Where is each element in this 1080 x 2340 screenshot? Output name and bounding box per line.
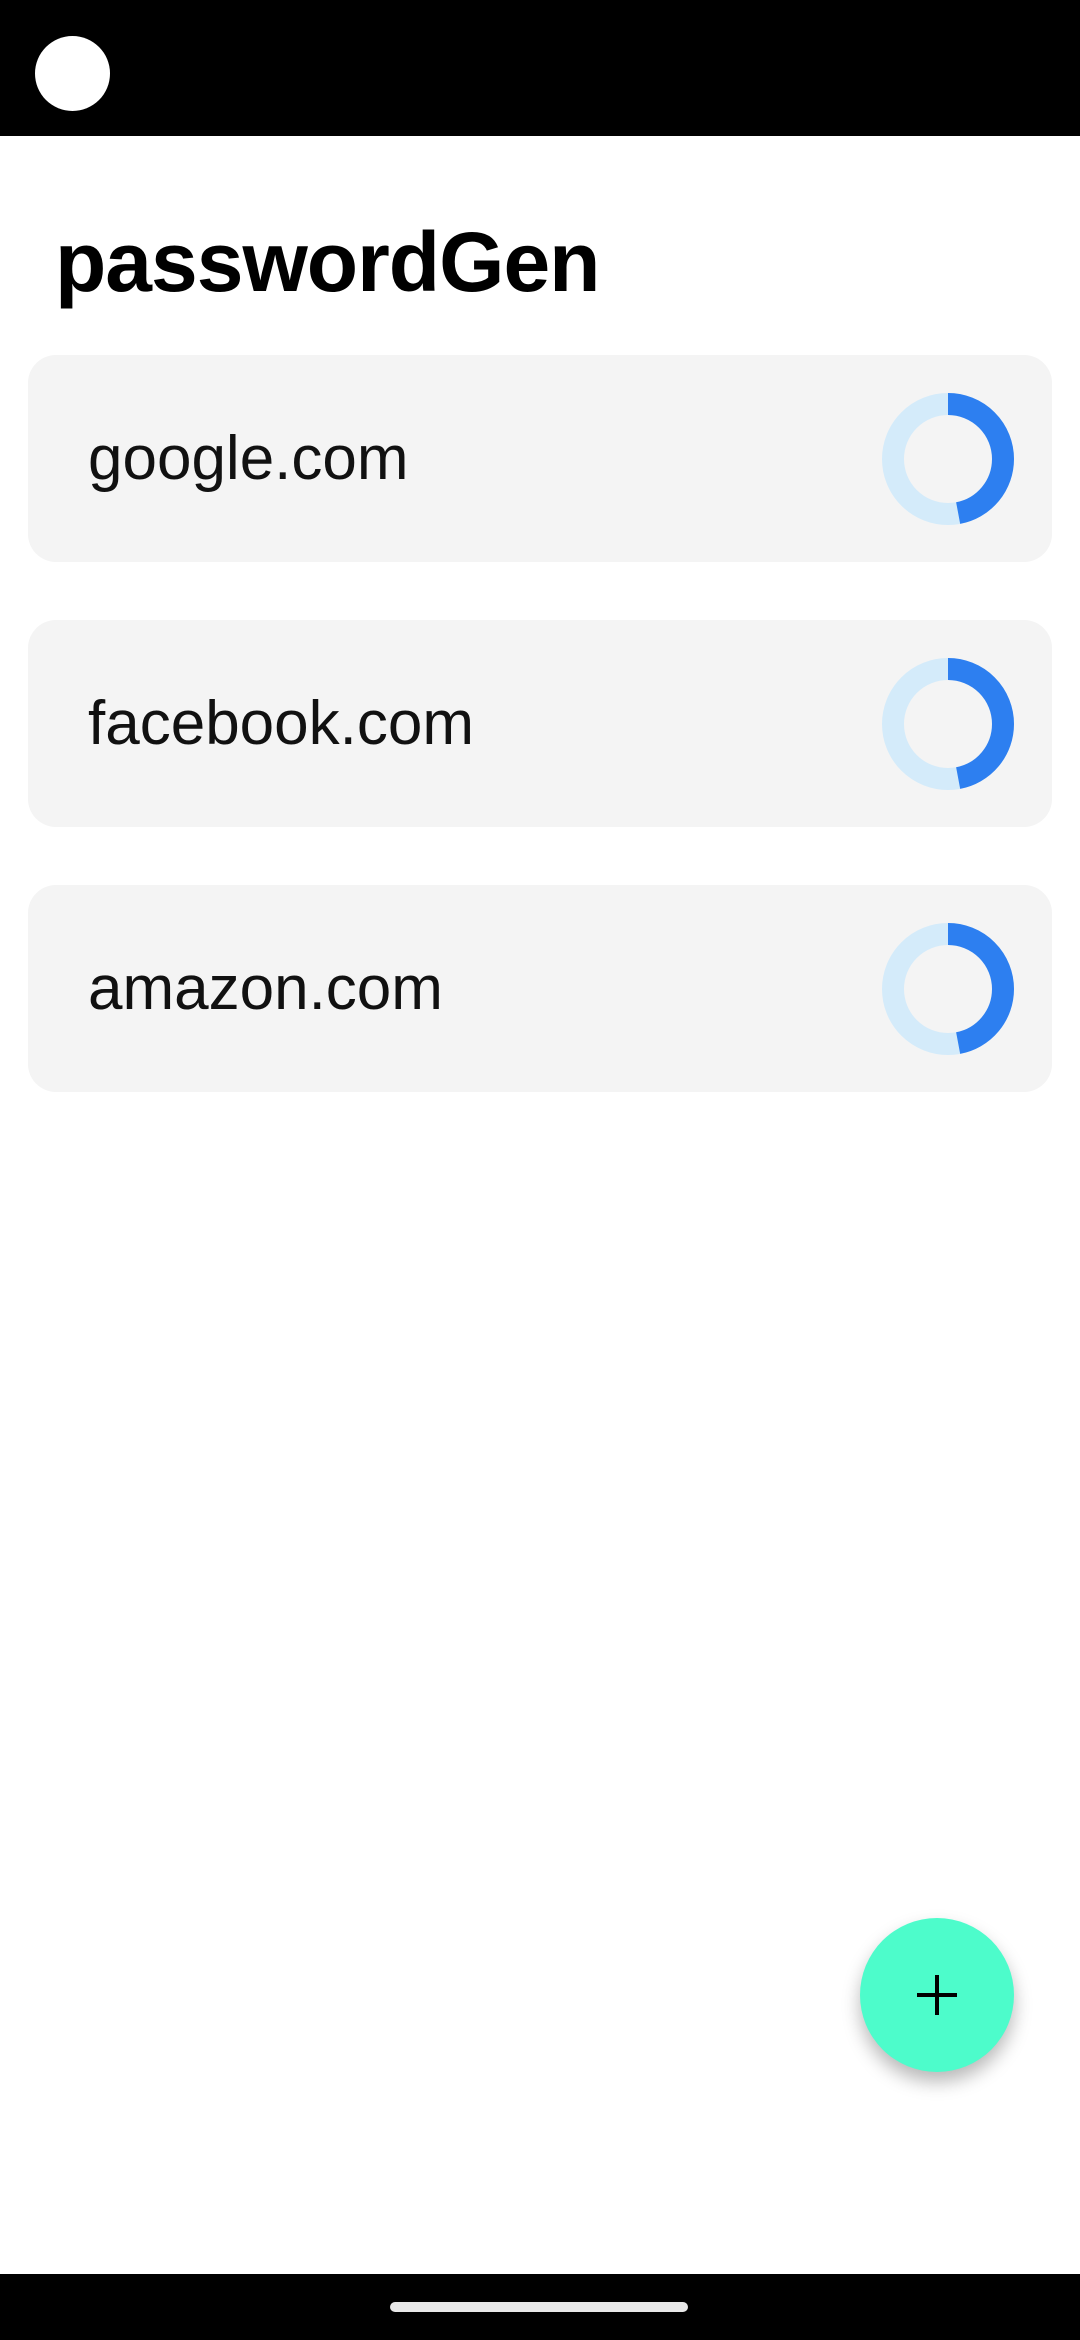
site-card-facebook[interactable]: facebook.com — [28, 620, 1052, 827]
add-site-button[interactable] — [860, 1918, 1014, 2072]
device-frame: passwordGen google.com facebook.com amaz… — [0, 0, 1080, 2340]
site-list: google.com facebook.com amazon.com — [28, 355, 1052, 1150]
plus-icon — [917, 1975, 957, 2015]
site-card-amazon[interactable]: amazon.com — [28, 885, 1052, 1092]
password-strength-ring — [882, 657, 1014, 790]
site-label: facebook.com — [88, 688, 474, 758]
page-title: passwordGen — [55, 215, 600, 309]
status-bar — [0, 0, 1080, 136]
password-strength-ring — [882, 392, 1014, 525]
site-card-google[interactable]: google.com — [28, 355, 1052, 562]
home-indicator[interactable] — [390, 2302, 688, 2312]
password-strength-ring — [882, 922, 1014, 1055]
camera-cutout — [35, 36, 110, 111]
site-label: google.com — [88, 423, 409, 493]
site-label: amazon.com — [88, 953, 443, 1023]
